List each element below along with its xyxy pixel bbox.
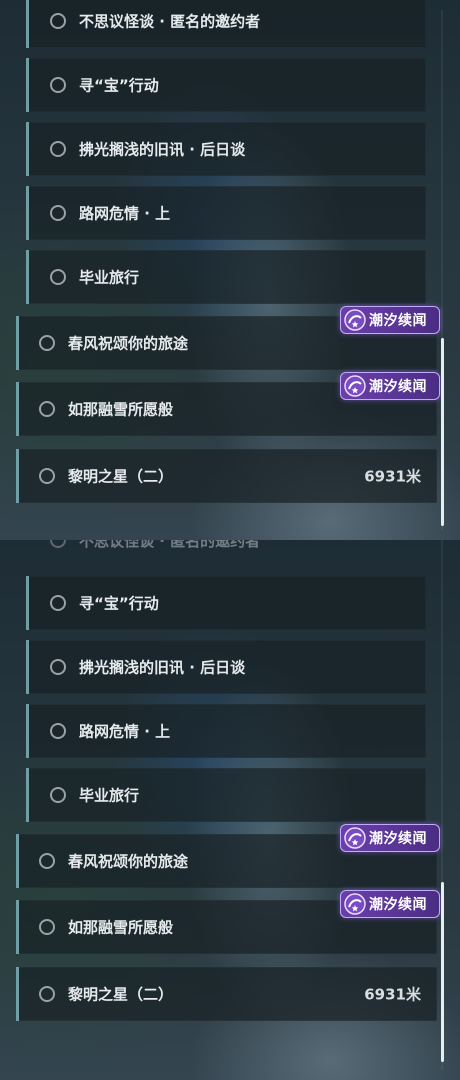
quest-accent-bar bbox=[26, 0, 29, 48]
ring-icon bbox=[50, 540, 66, 548]
quest-label: 路网危情 · 上 bbox=[79, 204, 171, 223]
quest-accent-bar bbox=[16, 967, 19, 1021]
badge-label: 潮汐续闻 bbox=[369, 897, 427, 913]
star-swirl-icon bbox=[344, 827, 366, 849]
star-swirl-icon bbox=[344, 375, 366, 397]
quest-item[interactable]: 拂光搁浅的旧讯 · 后日谈 bbox=[26, 640, 426, 694]
quest-item[interactable]: 毕业旅行 bbox=[26, 768, 426, 822]
ring-icon bbox=[39, 919, 55, 935]
quest-item[interactable]: 黎明之星（二） 6931米 bbox=[16, 449, 437, 503]
scrollbar-thumb[interactable] bbox=[441, 882, 444, 1062]
scrollbar-thumb[interactable] bbox=[441, 338, 444, 526]
badge-label: 潮汐续闻 bbox=[369, 831, 427, 847]
quest-label: 路网危情 · 上 bbox=[79, 722, 171, 741]
quest-label: 春风祝颂你的旅途 bbox=[68, 334, 189, 353]
ring-icon bbox=[50, 659, 66, 675]
quest-label: 不思议怪谈 · 匿名的邀约者 bbox=[79, 540, 261, 550]
quest-label: 黎明之星（二） bbox=[68, 985, 174, 1004]
quest-accent-bar bbox=[26, 576, 29, 630]
tidal-story-badge: 潮汐续闻 bbox=[340, 824, 440, 852]
quest-list-panel-top: 不思议怪谈 · 匿名的邀约者 寻“宝”行动 拂光搁浅的旧讯 · 后日谈 路网危情… bbox=[0, 0, 460, 540]
ring-icon bbox=[50, 787, 66, 803]
quest-distance: 6931米 bbox=[364, 467, 421, 486]
quest-accent-bar bbox=[16, 834, 19, 888]
ring-icon bbox=[50, 269, 66, 285]
ring-icon bbox=[39, 401, 55, 417]
ring-icon bbox=[50, 723, 66, 739]
quest-accent-bar bbox=[16, 900, 19, 954]
quest-label: 寻“宝”行动 bbox=[79, 76, 159, 95]
quest-item[interactable]: 寻“宝”行动 bbox=[26, 58, 426, 112]
quest-accent-bar bbox=[26, 186, 29, 240]
quest-item[interactable]: 不思议怪谈 · 匿名的邀约者 bbox=[26, 0, 426, 48]
star-swirl-icon bbox=[344, 893, 366, 915]
badge-label: 潮汐续闻 bbox=[369, 379, 427, 395]
badge-label: 潮汐续闻 bbox=[369, 313, 427, 329]
ring-icon bbox=[50, 141, 66, 157]
quest-accent-bar bbox=[16, 449, 19, 503]
star-swirl-icon bbox=[344, 309, 366, 331]
quest-label: 不思议怪谈 · 匿名的邀约者 bbox=[79, 12, 261, 31]
ring-icon bbox=[39, 986, 55, 1002]
quest-label: 黎明之星（二） bbox=[68, 467, 174, 486]
quest-label: 毕业旅行 bbox=[79, 268, 140, 287]
quest-label: 寻“宝”行动 bbox=[79, 594, 159, 613]
quest-item[interactable]: 黎明之星（二） 6931米 bbox=[16, 967, 437, 1021]
quest-accent-bar bbox=[26, 704, 29, 758]
tidal-story-badge: 潮汐续闻 bbox=[340, 890, 440, 918]
ring-icon bbox=[50, 595, 66, 611]
ring-icon bbox=[39, 853, 55, 869]
tidal-story-badge: 潮汐续闻 bbox=[340, 306, 440, 334]
quest-item-faded: 不思议怪谈 · 匿名的邀约者 bbox=[26, 540, 426, 552]
quest-accent-bar bbox=[16, 316, 19, 370]
ring-icon bbox=[39, 335, 55, 351]
quest-item[interactable]: 寻“宝”行动 bbox=[26, 576, 426, 630]
quest-item[interactable]: 毕业旅行 bbox=[26, 250, 426, 304]
quest-list-panel-bottom: 不思议怪谈 · 匿名的邀约者 寻“宝”行动 拂光搁浅的旧讯 · 后日谈 路网危情… bbox=[0, 540, 460, 1080]
ring-icon bbox=[50, 77, 66, 93]
tidal-story-badge: 潮汐续闻 bbox=[340, 372, 440, 400]
quest-accent-bar bbox=[26, 58, 29, 112]
quest-accent-bar bbox=[26, 122, 29, 176]
quest-label: 如那融雪所愿般 bbox=[68, 918, 174, 937]
quest-label: 春风祝颂你的旅途 bbox=[68, 852, 189, 871]
ring-icon bbox=[50, 13, 66, 29]
quest-accent-bar bbox=[26, 250, 29, 304]
quest-label: 毕业旅行 bbox=[79, 786, 140, 805]
quest-label: 拂光搁浅的旧讯 · 后日谈 bbox=[79, 140, 246, 159]
quest-item[interactable]: 路网危情 · 上 bbox=[26, 186, 426, 240]
quest-item[interactable]: 拂光搁浅的旧讯 · 后日谈 bbox=[26, 122, 426, 176]
ring-icon bbox=[39, 468, 55, 484]
quest-accent-bar bbox=[26, 640, 29, 694]
ring-icon bbox=[50, 205, 66, 221]
quest-accent-bar bbox=[26, 768, 29, 822]
quest-distance: 6931米 bbox=[364, 985, 421, 1004]
quest-accent-bar bbox=[16, 382, 19, 436]
quest-item[interactable]: 路网危情 · 上 bbox=[26, 704, 426, 758]
quest-label: 拂光搁浅的旧讯 · 后日谈 bbox=[79, 658, 246, 677]
quest-label: 如那融雪所愿般 bbox=[68, 400, 174, 419]
